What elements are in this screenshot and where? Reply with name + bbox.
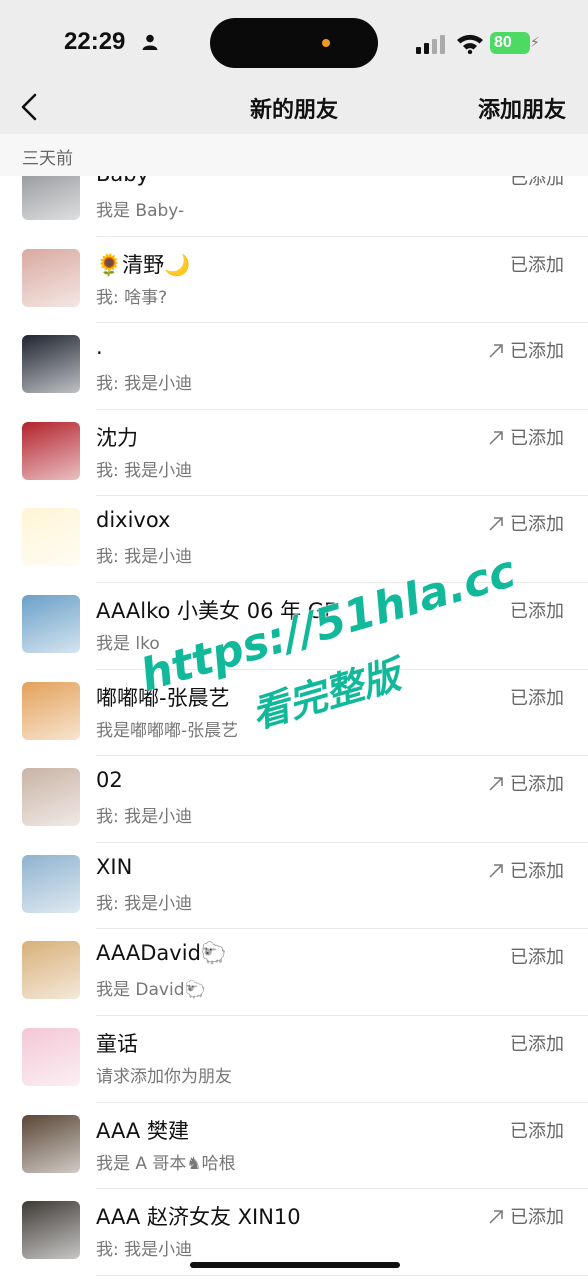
battery-icon: 80: [490, 32, 530, 54]
list-item[interactable]: XIN 我: 我是小迪 已添加: [0, 843, 588, 930]
added-status: 已添加: [510, 176, 564, 190]
avatar[interactable]: [22, 854, 80, 913]
section-header: 三天前: [0, 134, 588, 176]
row-divider: [96, 1274, 588, 1276]
request-message: 我是嘟嘟嘟-张晨艺: [96, 720, 239, 741]
list-item[interactable]: 🌻清野🌙 我: 啥事? 已添加: [0, 237, 588, 324]
outgoing-arrow-icon: [489, 777, 503, 791]
added-status-label: 已添加: [510, 601, 564, 622]
wifi-icon: [457, 34, 483, 54]
list-item[interactable]: AAA 樊建我是 A 哥本♞哈根 已添加: [0, 1103, 588, 1190]
added-status-label: 已添加: [510, 774, 564, 796]
added-status: 已添加: [510, 1117, 564, 1143]
request-message: 请求添加你为朋友: [96, 1067, 232, 1087]
added-status: 已添加: [488, 510, 564, 536]
request-message: 我: 我是小迪: [96, 460, 193, 481]
contact-name: Baby-: [96, 176, 156, 186]
contact-name: XIN: [96, 854, 133, 879]
list-item[interactable]: 02 我: 我是小迪 已添加: [0, 756, 588, 843]
added-status: 已添加: [488, 337, 564, 363]
added-status: 已添加: [510, 1030, 564, 1056]
list-item[interactable]: Baby- 我是 Baby- 已添加: [0, 176, 588, 237]
list-item[interactable]: . 我: 我是小迪 已添加: [0, 323, 588, 410]
contact-name: 嘟嘟嘟-张晨艺: [96, 685, 230, 710]
added-status: 已添加: [488, 857, 564, 883]
outgoing-arrow-icon: [489, 517, 503, 531]
contact-name: AAAlko 小美女 06 年 GF: [96, 599, 337, 623]
avatar[interactable]: [22, 681, 80, 740]
avatar[interactable]: [22, 176, 80, 220]
avatar[interactable]: [22, 595, 80, 653]
contact-name: 02: [96, 768, 123, 793]
added-status-label: 已添加: [510, 1034, 564, 1055]
list-item[interactable]: 童话请求添加你为朋友 已添加: [0, 1016, 588, 1103]
status-time: 22:29: [64, 28, 126, 55]
contact-name: 沈力: [96, 425, 138, 450]
added-status: 已添加: [510, 251, 564, 277]
request-message: 我是 Baby-: [96, 201, 185, 221]
avatar[interactable]: [22, 335, 80, 394]
avatar[interactable]: [22, 768, 80, 827]
add-friend-button[interactable]: 添加朋友: [478, 92, 566, 124]
contact-name: .: [96, 335, 103, 360]
added-status-label: 已添加: [510, 1120, 564, 1142]
list-item[interactable]: AAADavid🐑 我是 David🐑 已添加: [0, 929, 588, 1016]
list-item[interactable]: dixivox 我: 我是小迪 已添加: [0, 496, 588, 583]
added-status-label: 已添加: [510, 1207, 564, 1229]
added-status-label: 已添加: [510, 947, 564, 969]
list-item[interactable]: AAAlko 小美女 06 年 GF 我是 lko 已添加: [0, 583, 588, 670]
request-message: 我: 我是小迪: [96, 807, 193, 828]
added-status-label: 已添加: [510, 427, 564, 449]
added-status-label: 已添加: [510, 254, 564, 276]
request-message: 我是 lko: [96, 634, 160, 654]
added-status-label: 已添加: [510, 687, 564, 709]
outgoing-arrow-icon: [489, 344, 503, 358]
added-status: 已添加: [510, 684, 564, 710]
avatar[interactable]: [22, 421, 80, 480]
request-message: 我: 我是小迪: [96, 374, 193, 395]
contact-name: AAA 樊建: [96, 1118, 189, 1143]
request-message: 我: 啥事?: [96, 287, 168, 308]
list-item[interactable]: 沈力我: 我是小迪 已添加: [0, 410, 588, 497]
outgoing-arrow-icon: [489, 864, 503, 878]
added-status: 已添加: [510, 943, 564, 969]
request-message: 我: 我是小迪: [96, 547, 193, 568]
charging-bolt-icon: ⚡: [530, 35, 540, 51]
contact-name: AAADavid🐑: [96, 941, 228, 966]
avatar[interactable]: [22, 941, 80, 1000]
request-message: 我是 A 哥本♞哈根: [96, 1153, 236, 1174]
request-message: 我: 我是小迪: [96, 893, 193, 914]
added-status: 已添加: [488, 1203, 564, 1229]
person-icon: [142, 34, 158, 50]
added-status-label: 已添加: [510, 514, 564, 536]
avatar[interactable]: [22, 1201, 80, 1260]
added-status-label: 已添加: [510, 176, 564, 189]
request-message: 我: 我是小迪: [96, 1240, 193, 1261]
signal-icon: [416, 35, 445, 54]
avatar[interactable]: [22, 1028, 80, 1086]
home-indicator[interactable]: [190, 1262, 400, 1268]
friend-request-list[interactable]: Baby-我是 Baby-已添加🌻清野🌙我: 啥事?已添加.我: 我是小迪已添加…: [0, 176, 588, 1280]
added-status-label: 已添加: [510, 860, 564, 882]
avatar[interactable]: [22, 248, 80, 307]
contact-name: dixivox: [96, 508, 171, 533]
status-bar: 22:29 80 ⚡: [0, 0, 588, 82]
request-message: 我是 David🐑: [96, 980, 206, 1001]
outgoing-arrow-icon: [489, 431, 503, 445]
contact-name: AAA 赵济女友 XIN10: [96, 1205, 301, 1230]
contact-name: 童话: [96, 1032, 138, 1056]
nav-bar: 新的朋友 添加朋友: [0, 82, 588, 134]
dynamic-island: [210, 18, 378, 68]
added-status-label: 已添加: [510, 341, 564, 363]
outgoing-arrow-icon: [489, 1210, 503, 1224]
added-status: 已添加: [488, 770, 564, 796]
added-status: 已添加: [510, 597, 564, 623]
contact-name: 🌻清野🌙: [96, 252, 191, 277]
avatar[interactable]: [22, 508, 80, 567]
privacy-indicator-dot: [322, 39, 330, 47]
list-item[interactable]: 嘟嘟嘟-张晨艺我是嘟嘟嘟-张晨艺 已添加: [0, 670, 588, 757]
added-status: 已添加: [488, 424, 564, 450]
avatar[interactable]: [22, 1114, 80, 1173]
